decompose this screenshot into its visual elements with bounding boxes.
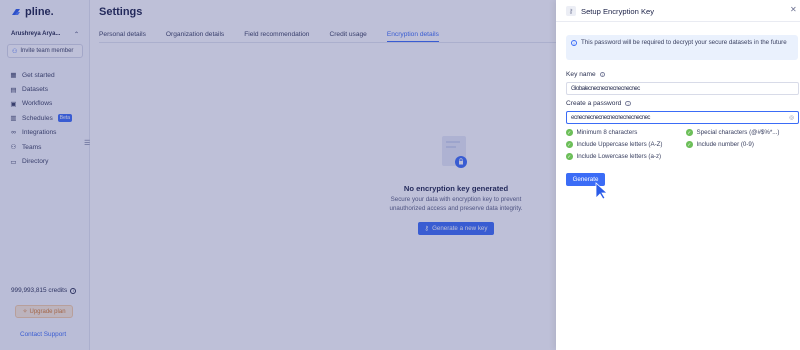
info-banner: i This password will be required to decr… [566, 35, 798, 60]
key-name-input[interactable]: Globalecnecnecnecnecnecnec [566, 82, 799, 95]
key-name-label: Key name i [566, 71, 606, 78]
check-icon: ✓ [566, 141, 573, 148]
rule-text: Minimum 8 characters [576, 129, 638, 136]
help-icon[interactable]: i [625, 100, 631, 107]
drawer-title: Setup Encryption Key [581, 7, 655, 16]
key-name-label-text: Key name [566, 71, 596, 78]
encryption-drawer: ⚷ Setup Encryption Key ✕ i This password… [556, 0, 800, 350]
rule-text: Include number (0-9) [696, 141, 754, 148]
rule-text: Include Lowercase letters (a-z) [576, 153, 662, 160]
check-icon: ✓ [686, 129, 693, 136]
password-label-text: Create a password [566, 100, 622, 107]
close-icon[interactable]: ✕ [790, 5, 797, 14]
modal-overlay[interactable] [0, 0, 556, 350]
rule-text: Include Uppercase letters (A-Z) [576, 141, 663, 148]
rule-uppercase: ✓ Include Uppercase letters (A-Z) [566, 141, 662, 148]
info-icon: i [571, 40, 577, 46]
rule-special-chars: ✓ Special characters (@#$%*...) [686, 129, 779, 136]
key-icon: ⚷ [566, 6, 576, 16]
rule-text: Special characters (@#$%*...) [696, 129, 780, 136]
password-label: Create a password i [566, 100, 631, 107]
password-value: ecnecnecnecnecnecnecnecnecnec [571, 114, 650, 121]
rule-number: ✓ Include number (0-9) [686, 141, 754, 148]
eye-off-icon[interactable]: ◎ [789, 115, 794, 121]
drawer-header: ⚷ Setup Encryption Key ✕ [556, 0, 800, 22]
key-name-value: Globalecnecnecnecnecnecnec [571, 85, 640, 92]
check-icon: ✓ [566, 153, 573, 160]
help-icon[interactable]: i [599, 71, 606, 78]
mouse-cursor-icon [595, 182, 608, 200]
check-icon: ✓ [686, 141, 693, 148]
rule-min-length: ✓ Minimum 8 characters [566, 129, 637, 136]
info-text: This password will be required to decryp… [581, 39, 787, 46]
rule-lowercase: ✓ Include Lowercase letters (a-z) [566, 153, 661, 160]
check-icon: ✓ [566, 129, 573, 136]
password-input[interactable]: ecnecnecnecnecnecnecnecnecnec ◎ [566, 111, 799, 124]
